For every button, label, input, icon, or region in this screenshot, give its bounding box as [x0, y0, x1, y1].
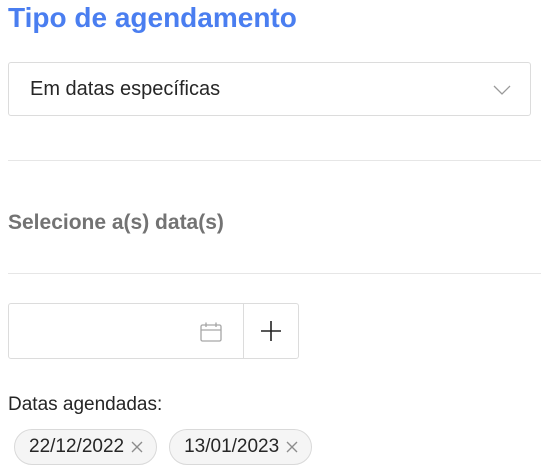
- date-input[interactable]: [9, 304, 189, 358]
- close-icon: [131, 441, 143, 453]
- date-chip: 13/01/2023: [169, 429, 313, 465]
- divider: [8, 273, 541, 274]
- calendar-icon[interactable]: [199, 321, 223, 343]
- date-chip-label: 13/01/2023: [184, 436, 280, 457]
- scheduled-dates-label: Datas agendadas:: [8, 394, 163, 415]
- scheduling-panel: Tipo de agendamento Em datas específicas…: [0, 0, 541, 471]
- close-icon: [286, 441, 298, 453]
- select-dates-label: Selecione a(s) data(s): [8, 211, 224, 234]
- plus-icon: [261, 321, 281, 341]
- page-title: Tipo de agendamento: [8, 2, 297, 33]
- schedule-type-value: Em datas específicas: [30, 77, 221, 100]
- date-input-field[interactable]: [8, 303, 244, 359]
- date-chip: 22/12/2022: [14, 429, 158, 465]
- remove-date-button[interactable]: [285, 440, 299, 454]
- scheduled-dates-list: 22/12/2022 13/01/2023: [14, 429, 313, 465]
- divider: [8, 160, 541, 161]
- schedule-type-select[interactable]: Em datas específicas: [8, 62, 531, 116]
- chevron-down-icon: [493, 85, 511, 95]
- remove-date-button[interactable]: [130, 440, 144, 454]
- add-date-button[interactable]: [243, 303, 299, 359]
- date-chip-label: 22/12/2022: [29, 436, 125, 457]
